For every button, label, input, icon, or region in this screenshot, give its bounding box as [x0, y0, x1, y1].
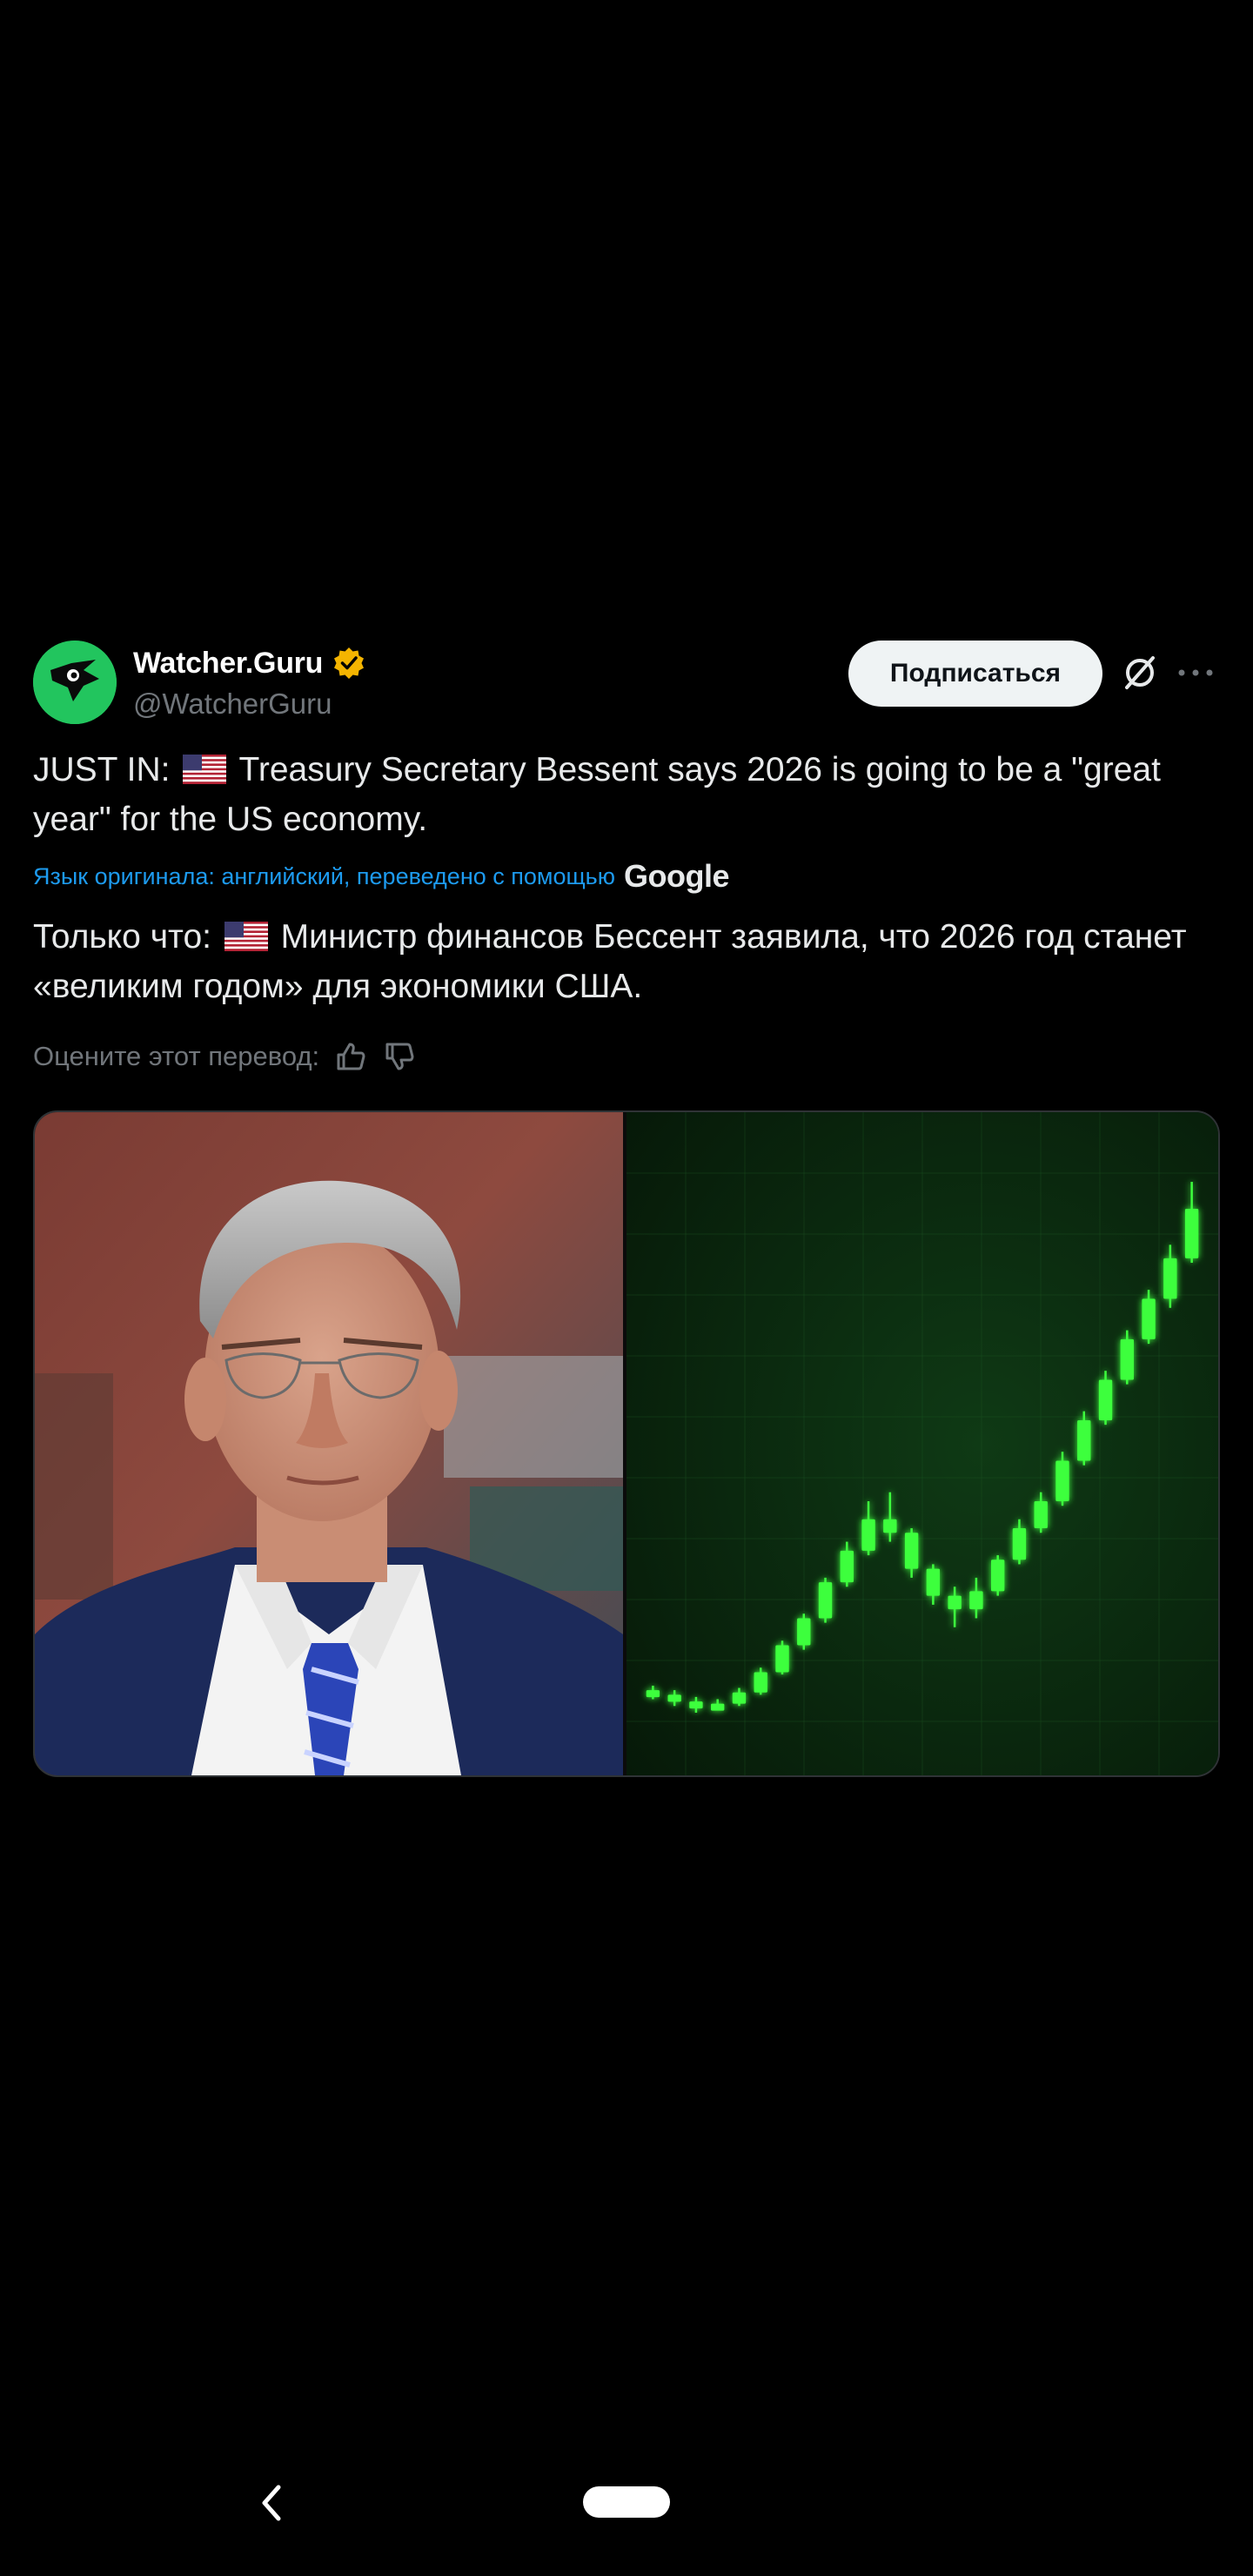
portrait-photo[interactable] [35, 1112, 623, 1775]
candle-body [1184, 1209, 1199, 1258]
watcher-guru-logo-icon [33, 641, 117, 724]
thumbs-up-icon[interactable] [333, 1039, 368, 1074]
tweet-text-original: JUST IN: Treasury Secretary Bessent says… [33, 745, 1225, 844]
candle-body [689, 1701, 703, 1709]
candle [775, 1640, 789, 1675]
rate-label: Оцените этот перевод: [33, 1041, 320, 1071]
candle [991, 1555, 1005, 1596]
candle-body [1120, 1338, 1134, 1380]
author-avatar[interactable] [33, 641, 117, 724]
author-handle[interactable]: @WatcherGuru [133, 688, 332, 721]
home-pill[interactable] [583, 2486, 670, 2518]
candle-body [883, 1519, 897, 1533]
tweet-media[interactable] [33, 1110, 1220, 1777]
thumbs-down-icon[interactable] [382, 1039, 417, 1074]
candle-body [1055, 1460, 1069, 1502]
translation-note-text[interactable]: Язык оригинала: английский, переведено с… [33, 863, 615, 890]
tweet-text-translated: Только что: Министр финансов Бессент зая… [33, 912, 1225, 1011]
more-dots-icon[interactable] [1176, 660, 1215, 686]
candle-body [1012, 1528, 1027, 1560]
candle-body [667, 1694, 681, 1702]
candle-body [969, 1591, 983, 1610]
candle-body [754, 1672, 767, 1693]
subscribe-button[interactable]: Подписаться [848, 641, 1102, 707]
candle [797, 1613, 811, 1650]
grok-icon[interactable] [1118, 651, 1162, 694]
translated-prefix: Только что: [33, 918, 211, 956]
candle-body [1163, 1258, 1177, 1299]
author-name-row: Watcher.Guru [133, 646, 366, 681]
candle-body [904, 1533, 919, 1569]
candle-body [948, 1595, 962, 1610]
back-chevron-icon[interactable] [252, 2480, 291, 2526]
author-name[interactable]: Watcher.Guru [133, 647, 323, 681]
us-flag-icon [183, 755, 227, 784]
candle-body [732, 1692, 747, 1704]
candle-body [797, 1618, 811, 1646]
verified-badge-icon [334, 647, 365, 679]
candle-body [711, 1703, 725, 1711]
rate-translation: Оцените этот перевод: [33, 1039, 417, 1074]
candle-body [775, 1645, 789, 1673]
candle-body [1098, 1379, 1113, 1420]
translation-note: Язык оригинала: английский, переведено с… [33, 858, 730, 895]
candle-body [646, 1690, 660, 1698]
candle-body [1077, 1419, 1091, 1461]
candle-body [861, 1519, 875, 1551]
tweet-text-prefix: JUST IN: [33, 751, 171, 788]
candle-body [840, 1550, 854, 1583]
candle-body [926, 1568, 941, 1596]
candle-body [1142, 1298, 1156, 1339]
translation-provider: Google [624, 858, 730, 894]
rising-candlestick-chart[interactable] [626, 1112, 1218, 1775]
candle-body [818, 1582, 833, 1619]
candle-body [991, 1560, 1005, 1592]
us-flag-icon [224, 922, 268, 951]
candle [818, 1577, 833, 1623]
candle-body [1034, 1501, 1048, 1529]
